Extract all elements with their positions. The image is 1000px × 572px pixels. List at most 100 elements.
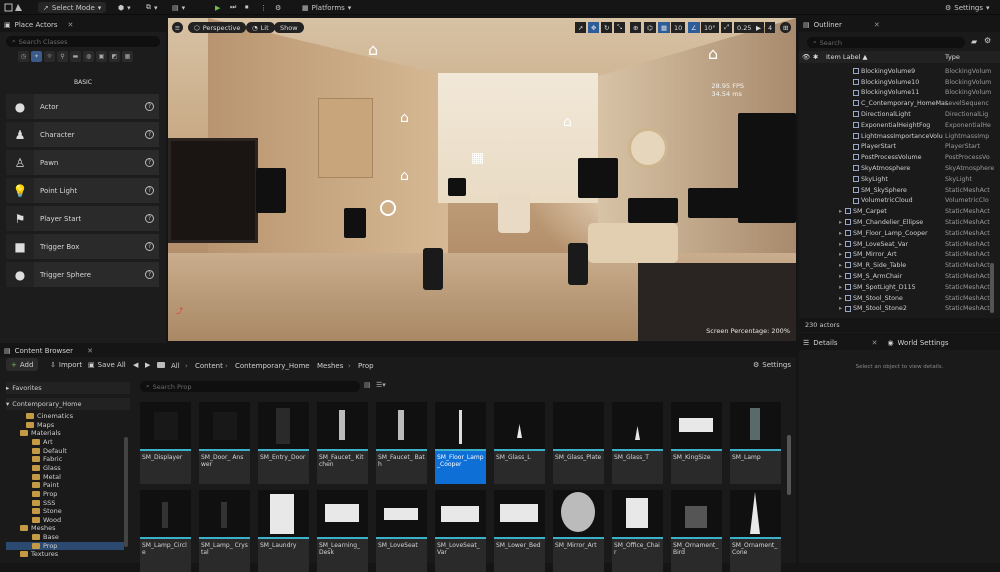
folder-tree-item[interactable]: Art — [32, 438, 53, 446]
filter-icon[interactable]: ☰▾ — [376, 381, 386, 389]
folder-tree-item[interactable]: SSS — [32, 499, 55, 507]
light-icon[interactable]: ☼ — [44, 51, 55, 62]
outliner-row[interactable]: BlockingVolume11 BlockingVolum — [799, 88, 1000, 99]
camera-actor-icon[interactable] — [688, 188, 768, 218]
outliner-row[interactable]: ▸ SM_S_ArmChair StaticMeshAct — [799, 271, 1000, 282]
trigger-sphere-item[interactable]: ● Trigger Sphere? — [6, 262, 159, 287]
grid-snap-value[interactable]: 10 — [671, 22, 686, 33]
chevron-right-icon[interactable]: ▸ — [839, 262, 842, 269]
spotlight-icon[interactable]: ⌂ — [400, 168, 409, 184]
outliner-scrollbar[interactable] — [990, 263, 994, 313]
chevron-right-icon[interactable]: ▸ — [839, 305, 842, 312]
folder-add-icon[interactable]: ▰ — [971, 37, 977, 46]
pawn-item[interactable]: ♙ Pawn? — [6, 150, 159, 175]
blueprint-button[interactable]: ⧉ ▾ — [146, 2, 158, 13]
outliner-row[interactable]: C_Contemporary_HomeMas LevelSequenc — [799, 98, 1000, 109]
outliner-row[interactable]: PlayerStart PlayerStart — [799, 142, 1000, 153]
camera-speed-value[interactable]: 4 — [765, 22, 776, 33]
favorites-section[interactable]: ▸ Favorites — [6, 382, 130, 394]
help-icon[interactable]: ? — [145, 214, 154, 223]
tree-scrollbar[interactable] — [124, 437, 128, 547]
camera-actor-icon[interactable] — [578, 158, 618, 198]
outliner-row[interactable]: BlockingVolume10 BlockingVolum — [799, 77, 1000, 88]
eye-icon[interactable]: 👁 — [802, 53, 810, 61]
camera-actor-icon[interactable] — [628, 198, 678, 223]
close-icon[interactable]: ✕ — [68, 21, 74, 29]
help-icon[interactable]: ? — [145, 102, 154, 111]
spotlight-icon[interactable]: ⌂ — [400, 110, 409, 126]
breadcrumb-prop[interactable]: Prop — [358, 362, 374, 370]
play-options-button[interactable]: ⏭ — [230, 2, 236, 13]
lit-button[interactable]: ◔ Lit — [246, 22, 275, 33]
chevron-right-icon[interactable]: ▸ — [839, 230, 842, 237]
settings-icon[interactable]: ⚙ — [984, 36, 991, 45]
actor-item[interactable]: ● Actor? — [6, 94, 159, 119]
asset-tile[interactable]: SM_Learning_ Desk — [317, 490, 368, 572]
asset-tile[interactable]: SM_Glass_L — [494, 402, 545, 484]
filter-options-icon[interactable]: ▤ — [364, 381, 371, 389]
outliner-row[interactable]: ▸ SM_Mirror_Art StaticMeshAct — [799, 250, 1000, 261]
asset-tile[interactable]: SM_Lower_Bed — [494, 490, 545, 572]
cinematics-button[interactable]: ▤ ▾ — [172, 2, 185, 13]
play-button[interactable]: ▶ — [215, 2, 220, 13]
outliner-row[interactable]: SM_SkySphere StaticMeshAct — [799, 185, 1000, 196]
asset-tile[interactable]: SM_Glass_T — [612, 402, 663, 484]
asset-tile[interactable]: SM_Lamp_ Crystal — [199, 490, 250, 572]
import-button[interactable]: ⇩ Import — [50, 358, 82, 371]
details-tab[interactable]: Details — [813, 339, 837, 347]
outliner-row[interactable]: ExponentialHeightFog ExponentialHe — [799, 120, 1000, 131]
point-light-item[interactable]: 💡 Point Light? — [6, 178, 159, 203]
folder-tree-item[interactable]: Glass — [32, 464, 61, 472]
chevron-right-icon[interactable]: ▸ — [839, 273, 842, 280]
asset-tile[interactable]: SM_Ornament_ Cone — [730, 490, 781, 572]
select-mode-dropdown[interactable]: ➚ Select Mode ▾ — [38, 2, 107, 13]
star-icon[interactable]: ✱ — [813, 53, 818, 61]
folder-icon[interactable] — [157, 358, 165, 371]
settings-button[interactable]: ⚙ Settings ▾ — [945, 2, 990, 13]
breadcrumb-meshes[interactable]: Meshes — [317, 362, 343, 370]
help-icon[interactable]: ? — [145, 130, 154, 139]
outliner-row[interactable]: LightmassImportanceVolu LightmassImp — [799, 131, 1000, 142]
folder-tree-item[interactable]: Textures — [20, 550, 58, 558]
asset-tile[interactable]: SM_Lamp — [730, 402, 781, 484]
asset-tile[interactable]: SM_Displayer — [140, 402, 191, 484]
spotlight-icon[interactable]: ⌂ — [708, 44, 718, 63]
outliner-row[interactable]: DirectionalLight DirectionalLig — [799, 109, 1000, 120]
grid-snap-icon[interactable]: ▦ — [658, 22, 671, 33]
chevron-right-icon[interactable]: ▸ — [839, 284, 842, 291]
outliner-row[interactable]: ▸ SM_R_Side_Table StaticMeshAct — [799, 260, 1000, 271]
outliner-row[interactable]: ▸ SM_Carpet StaticMeshAct — [799, 206, 1000, 217]
placement-icon[interactable] — [14, 2, 23, 13]
scale-tool-icon[interactable]: ⤡ — [614, 22, 626, 33]
asset-tile[interactable]: SM_Mirror_Art — [553, 490, 604, 572]
shapes-icon[interactable]: ◩ — [109, 51, 120, 62]
help-icon[interactable]: ? — [145, 186, 154, 195]
level-viewport[interactable]: ⌂ ⌂ ⌂ ⌂ ⌂ ▦ ⤴ ≡ ⬡ Perspective ◔ Lit Show ➚… — [168, 18, 796, 341]
chevron-right-icon[interactable]: ▸ — [839, 295, 842, 302]
world-settings-tab[interactable]: World Settings — [898, 339, 949, 347]
folder-tree-item[interactable]: Paint — [32, 481, 59, 489]
asset-tile[interactable]: SM_LoveSeat_ Var — [435, 490, 486, 572]
spotlight-icon[interactable]: ⌂ — [368, 40, 378, 59]
outliner-row[interactable]: PostProcessVolume PostProcessVo — [799, 152, 1000, 163]
asset-tile[interactable]: SM_Laundry — [258, 490, 309, 572]
move-tool-icon[interactable]: ✥ — [588, 22, 600, 33]
chevron-right-icon[interactable]: ▸ — [839, 241, 842, 248]
outliner-row[interactable]: ▸ SM_Chandelier_Ellipse StaticMeshAct — [799, 217, 1000, 228]
outliner-row[interactable]: BlockingVolume9 BlockingVolum — [799, 66, 1000, 77]
save-all-button[interactable]: ▣ Save All — [88, 358, 126, 371]
asset-tile[interactable]: SM_Faucet_ Kitchen — [317, 402, 368, 484]
camera-actor-icon[interactable] — [256, 168, 286, 213]
folder-tree-item[interactable]: Prop — [6, 541, 124, 550]
rotation-snap-icon[interactable]: ∠ — [688, 22, 700, 33]
rotation-snap-value[interactable]: 10° — [701, 22, 719, 33]
help-icon[interactable]: ? — [145, 242, 154, 251]
volume-icon[interactable]: ▣ — [96, 51, 107, 62]
camera-actor-icon[interactable] — [448, 178, 466, 196]
basic-icon[interactable]: ✦ — [31, 51, 42, 62]
folder-tree-item[interactable]: Metal — [32, 473, 61, 481]
outliner-row[interactable]: ▸ SM_SpotLight_D115 StaticMeshAct — [799, 282, 1000, 293]
cinematic-icon[interactable]: ▬ — [70, 51, 81, 62]
folder-tree-item[interactable]: Cinematics — [26, 412, 73, 420]
content-browser-tab[interactable]: ▤ Content Browser ✕ — [0, 345, 796, 357]
